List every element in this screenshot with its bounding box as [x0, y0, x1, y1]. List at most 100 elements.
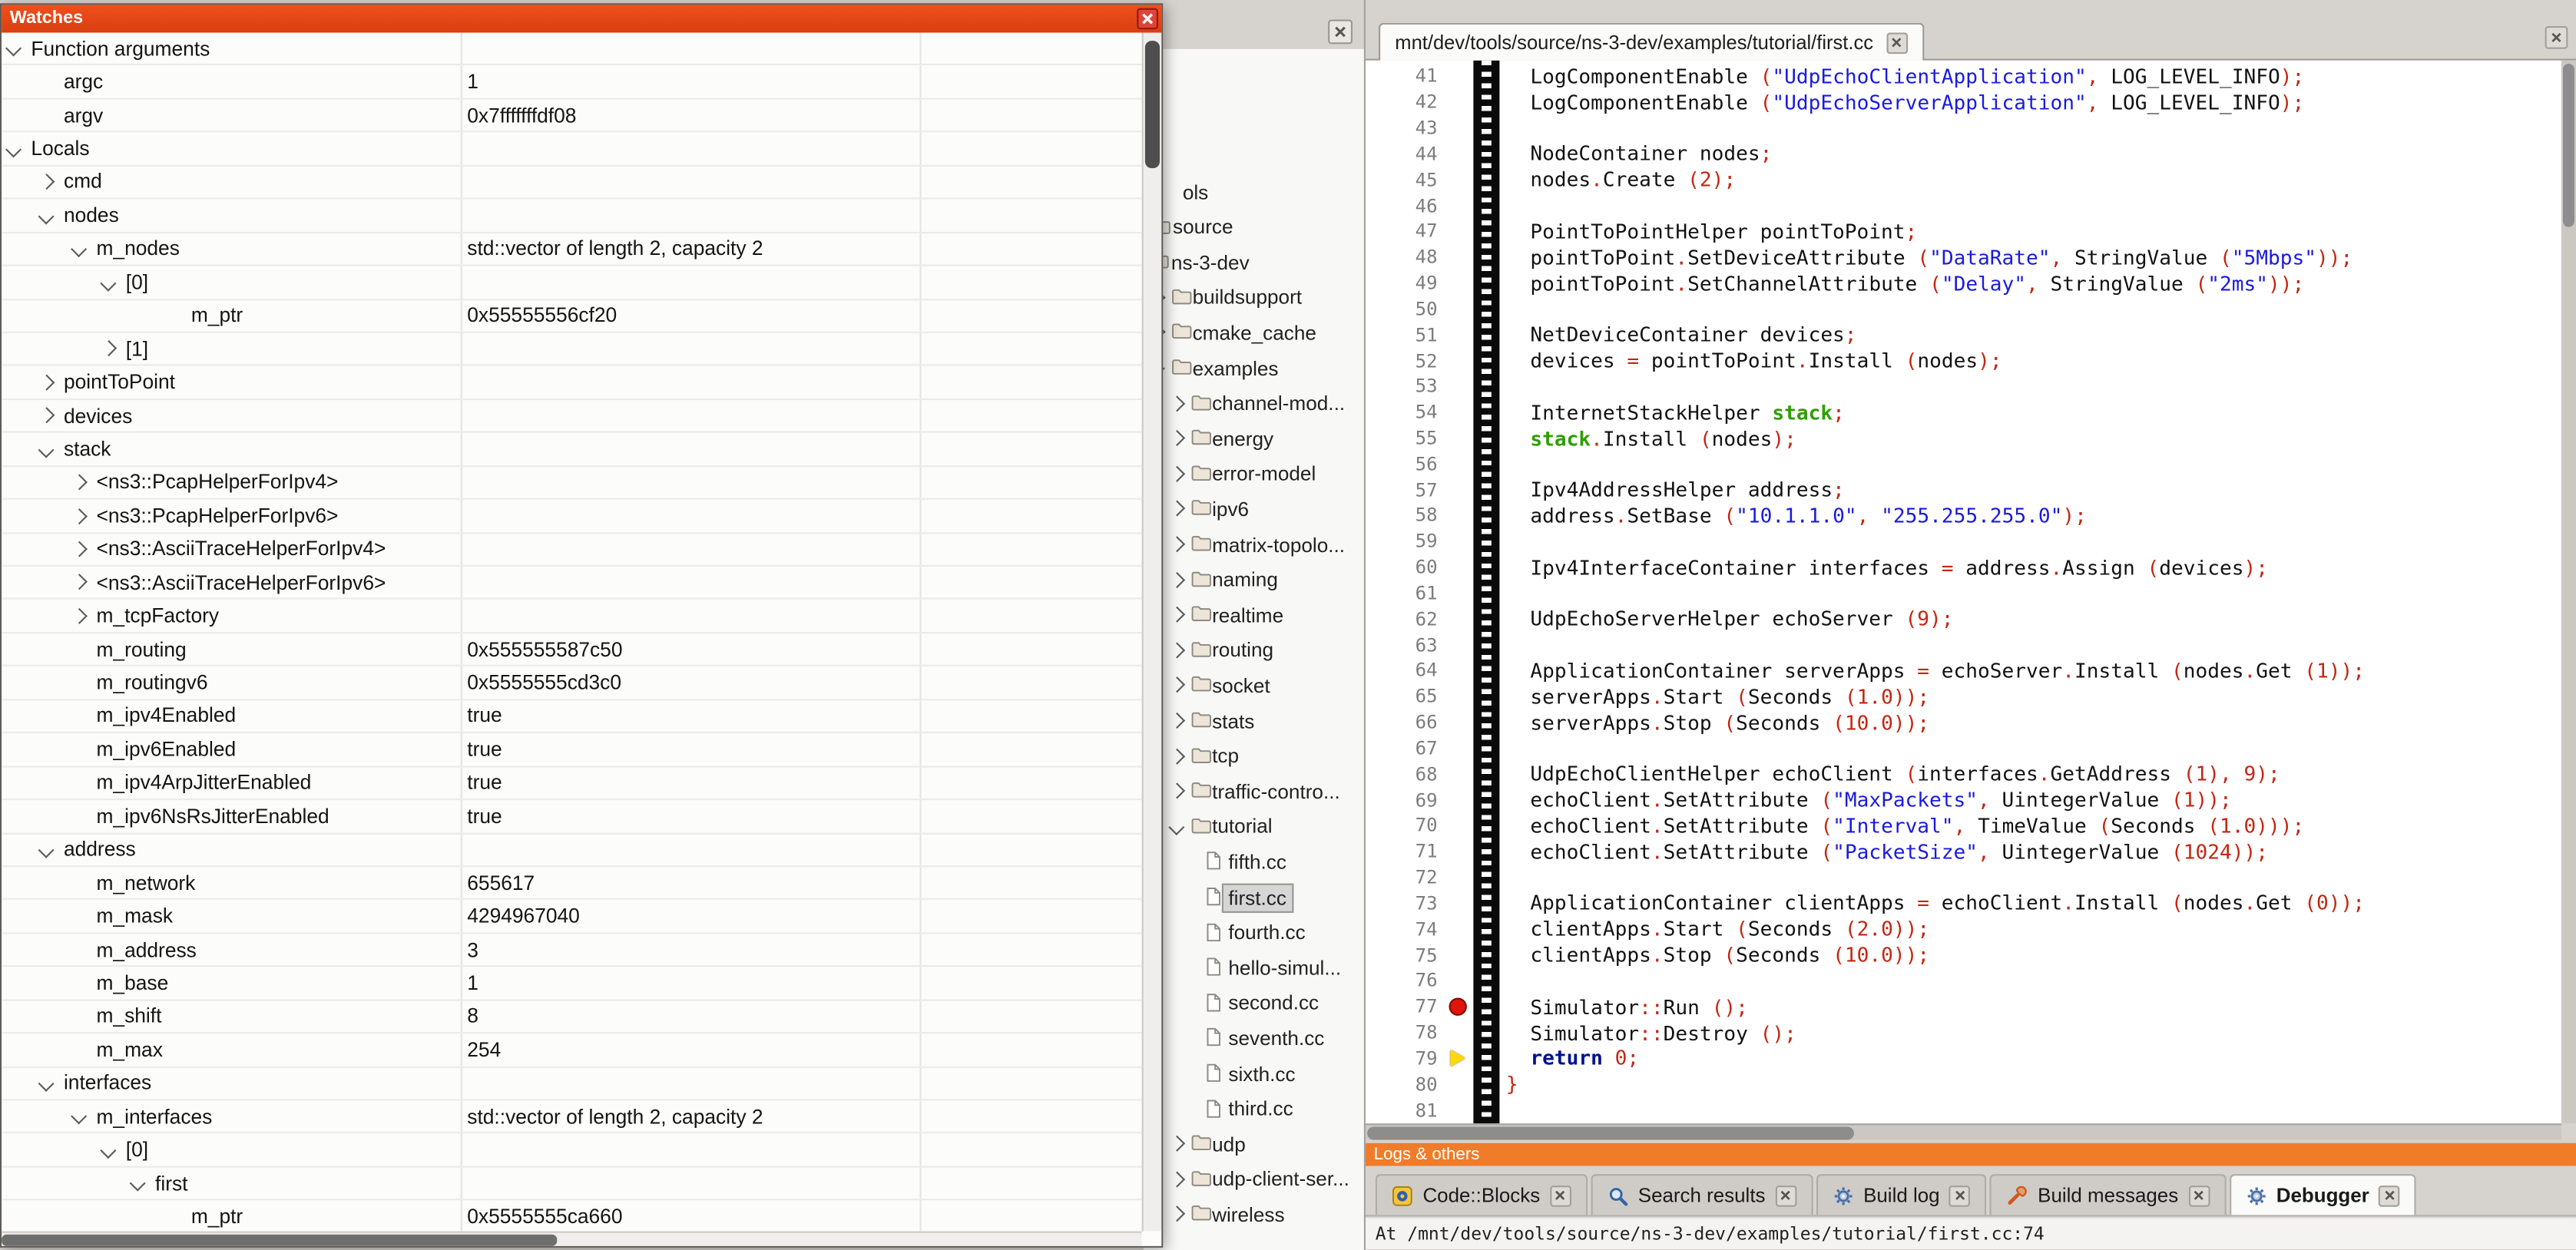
code-line[interactable]: 62 UdpEchoServerHelper echoServer (9);	[1366, 607, 2576, 633]
scrollbar-thumb[interactable]	[2, 1235, 557, 1246]
tree-item-energy[interactable]: energy	[1144, 422, 1364, 457]
watch-row-ns3-pcaphelperforipv6[interactable]: <ns3::PcapHelperForIpv6>	[2, 500, 1144, 533]
logs-tab-debugger[interactable]: Debugger	[2229, 1174, 2416, 1215]
marker-slot[interactable]	[1447, 425, 1473, 451]
code-line[interactable]: 48 pointToPoint.SetDeviceAttribute ("Dat…	[1366, 245, 2576, 271]
marker-slot[interactable]	[1447, 710, 1473, 736]
editor-pane-close-button[interactable]	[2545, 26, 2568, 49]
watch-row-m-mask[interactable]: m_mask4294967040	[2, 901, 1144, 934]
tree-item-naming[interactable]: naming	[1144, 563, 1364, 598]
tree-item-cmake-cache[interactable]: cmake_cache	[1144, 316, 1364, 351]
watch-row-0[interactable]: [0]	[2, 266, 1144, 299]
chevron-down-icon[interactable]	[8, 43, 31, 54]
code-line[interactable]: 72	[1366, 865, 2576, 891]
watch-row-m-shift[interactable]: m_shift8	[2, 1000, 1144, 1033]
code-line[interactable]: 65 serverApps.Start (Seconds (1.0));	[1366, 684, 2576, 710]
marker-slot[interactable]	[1447, 943, 1473, 969]
line-number[interactable]: 61	[1366, 583, 1447, 604]
watch-row-m-routing[interactable]: m_routing0x555555587c50	[2, 633, 1144, 666]
code-line[interactable]: 69 echoClient.SetAttribute ("MaxPackets"…	[1366, 788, 2576, 814]
scrollbar-thumb[interactable]	[2563, 64, 2574, 227]
chevron-down-icon[interactable]	[132, 1178, 155, 1189]
chevron-right-icon[interactable]	[74, 511, 97, 521]
code-line[interactable]: 58 address.SetBase ("10.1.1.0", "255.255…	[1366, 503, 2576, 529]
tree-item-tutorial[interactable]: tutorial	[1144, 809, 1364, 845]
marker-slot[interactable]	[1447, 193, 1473, 219]
marker-slot[interactable]	[1447, 1072, 1473, 1098]
line-number[interactable]: 75	[1366, 944, 1447, 966]
tree-item-ns-3-dev[interactable]: ns-3-dev	[1144, 245, 1364, 280]
chevron-right-icon[interactable]	[1171, 468, 1182, 479]
management-close-button[interactable]	[1328, 20, 1353, 45]
tree-item-udp-client-ser[interactable]: udp-client-ser...	[1144, 1162, 1364, 1198]
marker-slot[interactable]	[1447, 555, 1473, 581]
marker-slot[interactable]	[1447, 580, 1473, 607]
marker-slot[interactable]	[1447, 115, 1473, 141]
tree-item-routing[interactable]: routing	[1144, 633, 1364, 669]
code-line[interactable]: 43	[1366, 115, 2576, 141]
line-number[interactable]: 67	[1366, 738, 1447, 759]
watch-row-nodes[interactable]: nodes	[2, 200, 1144, 233]
line-number[interactable]: 70	[1366, 815, 1447, 837]
logs-tab-search-results[interactable]: Search results	[1591, 1174, 1813, 1215]
chevron-right-icon[interactable]	[1171, 1209, 1182, 1220]
marker-slot[interactable]	[1447, 917, 1473, 943]
watch-row-argv[interactable]: argv0x7fffffffdf08	[2, 99, 1144, 132]
chevron-down-icon[interactable]	[41, 444, 64, 455]
code-line[interactable]: 47 PointToPointHelper pointToPoint;	[1366, 219, 2576, 245]
watch-row-m-interfaces[interactable]: m_interfacesstd::vector of length 2, cap…	[2, 1100, 1144, 1133]
marker-slot[interactable]	[1447, 503, 1473, 529]
close-icon[interactable]	[2188, 1185, 2210, 1206]
line-number[interactable]: 62	[1366, 609, 1447, 630]
tree-item-fifth-cc[interactable]: fifth.cc	[1144, 845, 1364, 880]
marker-slot[interactable]	[1447, 891, 1473, 917]
line-number[interactable]: 72	[1366, 868, 1447, 889]
watch-row-locals[interactable]: Locals	[2, 133, 1144, 166]
chevron-down-icon[interactable]	[41, 210, 64, 221]
watch-row-1[interactable]: [1]	[2, 333, 1144, 366]
line-number[interactable]: 46	[1366, 195, 1447, 217]
code-line[interactable]: 56	[1366, 451, 2576, 478]
chevron-down-icon[interactable]	[41, 844, 64, 855]
chevron-down-icon[interactable]	[8, 144, 31, 154]
logs-tab-build-log[interactable]: Build log	[1816, 1174, 1987, 1215]
marker-slot[interactable]	[1447, 762, 1473, 788]
close-icon[interactable]	[2379, 1185, 2401, 1206]
line-number[interactable]: 52	[1366, 350, 1447, 372]
chevron-down-icon[interactable]	[74, 243, 97, 254]
watch-row-stack[interactable]: stack	[2, 433, 1144, 466]
line-number[interactable]: 64	[1366, 660, 1447, 682]
code-line[interactable]: 50	[1366, 296, 2576, 322]
line-number[interactable]: 74	[1366, 919, 1447, 941]
chevron-right-icon[interactable]	[1171, 680, 1182, 691]
tree-item-stats[interactable]: stats	[1144, 704, 1364, 739]
tree-item-socket[interactable]: socket	[1144, 669, 1364, 704]
line-number[interactable]: 47	[1366, 221, 1447, 243]
watch-row-ns3-asciitracehelperforipv6[interactable]: <ns3::AsciiTraceHelperForIpv6>	[2, 567, 1144, 600]
watch-row-function-arguments[interactable]: Function arguments	[2, 33, 1144, 66]
line-number[interactable]: 65	[1366, 686, 1447, 708]
tree-item-error-model[interactable]: error-model	[1144, 457, 1364, 492]
watch-row-0[interactable]: [0]	[2, 1134, 1144, 1167]
line-number[interactable]: 73	[1366, 893, 1447, 914]
logs-tab-code-blocks[interactable]: Code::Blocks	[1376, 1174, 1588, 1215]
code-line[interactable]: 45 nodes.Create (2);	[1366, 167, 2576, 193]
tree-item-examples[interactable]: examples	[1144, 351, 1364, 386]
scrollbar-thumb[interactable]	[1367, 1127, 1854, 1140]
chevron-right-icon[interactable]	[74, 577, 97, 588]
line-number[interactable]: 42	[1366, 92, 1447, 114]
line-number[interactable]: 44	[1366, 144, 1447, 165]
code-line[interactable]: 53	[1366, 374, 2576, 400]
marker-slot[interactable]	[1447, 167, 1473, 193]
tree-item-traffic-contro[interactable]: traffic-contro...	[1144, 775, 1364, 810]
watch-row-pointtopoint[interactable]: pointToPoint	[2, 366, 1144, 399]
code-line[interactable]: 41 LogComponentEnable ("UdpEchoClientApp…	[1366, 64, 2576, 90]
editor-vscrollbar[interactable]	[2561, 61, 2576, 1124]
chevron-right-icon[interactable]	[1171, 716, 1182, 726]
code-line[interactable]: 44 NodeContainer nodes;	[1366, 141, 2576, 167]
line-number[interactable]: 49	[1366, 273, 1447, 294]
chevron-down-icon[interactable]	[41, 1078, 64, 1089]
watch-row-first[interactable]: first	[2, 1167, 1144, 1200]
code-line[interactable]: 57 Ipv4AddressHelper address;	[1366, 478, 2576, 504]
line-number[interactable]: 77	[1366, 997, 1447, 1018]
